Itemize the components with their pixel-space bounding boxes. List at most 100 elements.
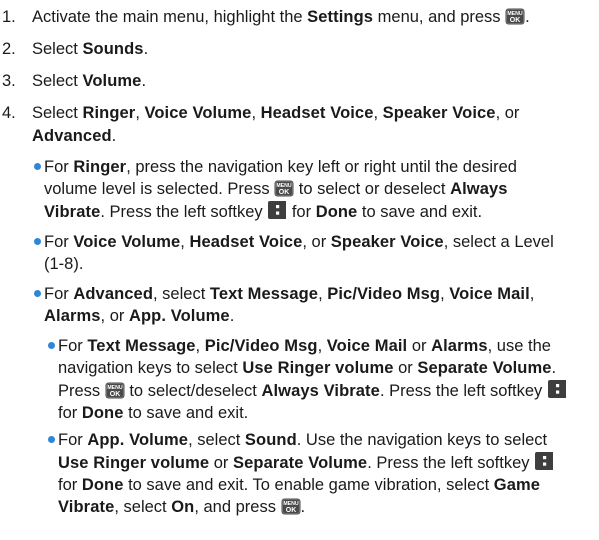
step-3: 3. Select Volume. — [0, 70, 599, 93]
step-text: , or — [495, 104, 520, 122]
bullet-text: , — [318, 285, 328, 303]
menu-term: Speaker Voice — [330, 233, 444, 251]
bullet-text: to select/deselect — [124, 382, 262, 400]
menu-term: Ringer — [82, 104, 136, 122]
svg-text:OK: OK — [510, 17, 521, 24]
bullet-text: For — [58, 337, 88, 355]
bullet-text: , select — [114, 498, 172, 516]
bullet-text: , — [195, 337, 205, 355]
menu-term: App. Volume — [128, 307, 230, 325]
menu-term: Voice Mail — [326, 337, 408, 355]
bullet-text: to save and exit. — [123, 404, 249, 422]
bullet-text: to select or deselect — [294, 180, 451, 198]
step-number: 1. — [2, 8, 16, 26]
bullet-text: . — [229, 307, 235, 325]
menu-term: Sounds — [82, 40, 144, 58]
left-softkey-icon — [547, 379, 567, 399]
menu-term: Done — [81, 404, 124, 422]
step-1: 1. Activate the main menu, highlight the… — [0, 6, 599, 29]
step-text: . — [111, 127, 117, 145]
menu-term: Done — [81, 476, 124, 494]
bullet-text: to save and exit. To enable game vibrati… — [123, 476, 494, 494]
bullet-text: . Press the left softkey — [367, 454, 535, 472]
bullet-dot-icon — [34, 163, 41, 170]
menu-ok-key-icon: MENU OK — [274, 180, 294, 197]
bullet-text: to save and exit. — [357, 203, 483, 221]
svg-text:OK: OK — [110, 391, 121, 398]
step-2: 2. Select Sounds. — [0, 38, 599, 61]
menu-term: Always Vibrate — [261, 382, 380, 400]
bullet-text: . Press the left softkey — [379, 382, 547, 400]
menu-term: Use Ringer volume — [58, 454, 210, 472]
bullet-text: , or — [100, 307, 129, 325]
instruction-document: 1. Activate the main menu, highlight the… — [0, 6, 599, 523]
bullet-text: , select — [188, 431, 245, 449]
bullet-text: . Press the left softkey — [100, 203, 268, 221]
step-text: Select — [32, 104, 83, 122]
step-text: . — [525, 8, 530, 26]
step-text: Select — [32, 40, 83, 58]
menu-term: App. Volume — [87, 431, 189, 449]
step-text: , — [373, 104, 383, 122]
step-text: , — [251, 104, 261, 122]
step-number: 2. — [2, 40, 16, 58]
menu-ok-key-icon: MENU OK — [505, 8, 525, 25]
menu-term: Text Message — [209, 285, 319, 303]
bullet-voice-volume: For Voice Volume, Headset Voice, or Spea… — [0, 231, 564, 275]
step-text: Activate the main menu, highlight the — [32, 8, 308, 26]
step-number: 4. — [2, 104, 16, 122]
bullet-text: or — [209, 454, 234, 472]
menu-term: Done — [315, 203, 358, 221]
svg-text:OK: OK — [285, 507, 296, 514]
menu-term: Headset Voice — [189, 233, 303, 251]
svg-text:OK: OK — [279, 189, 290, 196]
bullet-text: , select — [153, 285, 210, 303]
bullet-text: , — [529, 285, 535, 303]
bullet-ringer: For Ringer, press the navigation key lef… — [0, 156, 564, 223]
bullet-text: , and press — [194, 498, 281, 516]
bullet-text: for — [58, 404, 82, 422]
menu-term: Alarms — [44, 307, 101, 325]
bullet-dot-icon — [48, 342, 55, 349]
menu-term: Advanced — [73, 285, 154, 303]
menu-ok-key-icon: MENU OK — [281, 498, 301, 515]
menu-term: Voice Volume — [73, 233, 181, 251]
bullet-text-message: For Text Message, Pic/Video Msg, Voice M… — [0, 335, 576, 424]
step-text: . — [141, 72, 147, 90]
menu-term: Volume — [82, 72, 142, 90]
menu-term: Sound — [244, 431, 297, 449]
menu-term: Separate Volume — [233, 454, 368, 472]
menu-term: Advanced — [32, 127, 112, 145]
bullet-dot-icon — [48, 436, 55, 443]
menu-term: Use Ringer volume — [242, 359, 394, 377]
menu-term: Pic/Video Msg — [327, 285, 441, 303]
step-text: menu, and press — [373, 8, 506, 26]
menu-term: Voice Mail — [449, 285, 530, 303]
step-4-options: For Ringer, press the navigation key lef… — [0, 156, 599, 518]
menu-ok-key-icon: MENU OK — [105, 382, 125, 399]
bullet-text: or — [393, 359, 418, 377]
bullet-text: for — [58, 476, 82, 494]
bullet-text: , — [317, 337, 327, 355]
menu-term: Ringer — [73, 158, 127, 176]
menu-term: Voice Volume — [144, 104, 252, 122]
left-softkey-icon — [534, 451, 554, 471]
bullet-app-volume: For App. Volume, select Sound. Use the n… — [0, 429, 576, 518]
bullet-text: , or — [302, 233, 331, 251]
menu-term: Pic/Video Msg — [204, 337, 318, 355]
bullet-dot-icon — [34, 238, 41, 245]
step-4: 4. Select Ringer, Voice Volume, Headset … — [0, 102, 599, 148]
menu-term: Settings — [307, 8, 374, 26]
menu-term: Headset Voice — [260, 104, 374, 122]
step-text: . — [143, 40, 149, 58]
bullet-text: For — [58, 431, 88, 449]
menu-term: Alarms — [431, 337, 488, 355]
bullet-text: . Use the navigation keys to select — [296, 431, 548, 449]
step-number: 3. — [2, 72, 16, 90]
menu-term: Text Message — [87, 337, 196, 355]
menu-term: Separate Volume — [417, 359, 552, 377]
menu-term: On — [171, 498, 195, 516]
bullet-text: . — [300, 498, 306, 516]
menu-term: Speaker Voice — [382, 104, 496, 122]
bullet-text: for — [287, 203, 316, 221]
